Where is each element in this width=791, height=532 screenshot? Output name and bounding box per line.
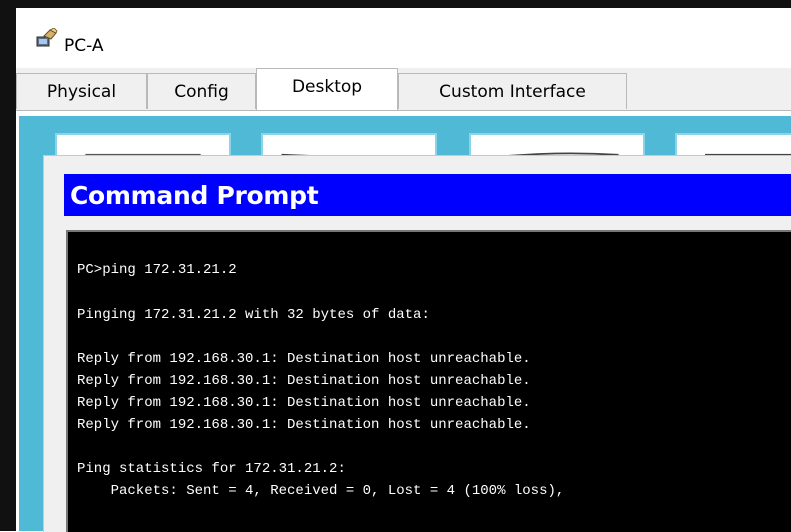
tab-desktop[interactable]: Desktop — [256, 68, 398, 110]
window-frame-left — [0, 0, 16, 531]
terminal-line: Packets: Sent = 4, Received = 0, Lost = … — [77, 483, 565, 499]
command-prompt-header: Command Prompt — [64, 174, 791, 216]
terminal-line: Reply from 192.168.30.1: Destination hos… — [77, 373, 531, 389]
window-frame-top — [0, 0, 791, 8]
terminal-line: Ping statistics for 172.31.21.2: — [77, 461, 346, 477]
tab-custom-interface[interactable]: Custom Interface — [398, 73, 627, 109]
command-prompt-window: Command Prompt PC>ping 172.31.21.2 Pingi… — [43, 155, 791, 532]
tab-physical[interactable]: Physical — [16, 73, 147, 109]
terminal-line: Reply from 192.168.30.1: Destination hos… — [77, 395, 531, 411]
tab-config[interactable]: Config — [147, 73, 256, 109]
terminal-line: Pinging 172.31.21.2 with 32 bytes of dat… — [77, 307, 430, 323]
command-prompt-title: Command Prompt — [70, 180, 319, 210]
terminal-line: Reply from 192.168.30.1: Destination hos… — [77, 417, 531, 433]
pc-device-icon — [36, 27, 58, 48]
terminal-line: Reply from 192.168.30.1: Destination hos… — [77, 351, 531, 367]
window-title: PC-A — [64, 36, 104, 56]
terminal-line: PC>ping 172.31.21.2 — [77, 262, 237, 278]
tab-bar: Physical Config Desktop Custom Interface — [16, 68, 791, 111]
terminal-output[interactable]: PC>ping 172.31.21.2 Pinging 172.31.21.2 … — [66, 230, 791, 532]
title-bar: PC-A — [16, 8, 791, 68]
